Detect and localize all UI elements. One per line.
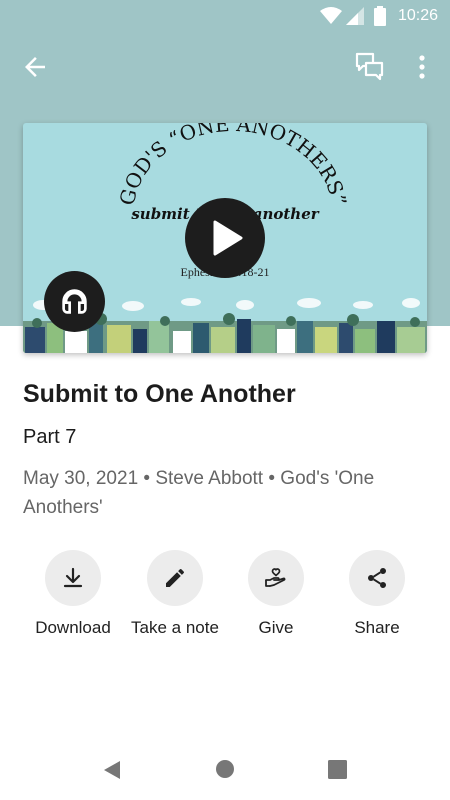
listen-audio-button[interactable] (44, 271, 105, 332)
download-circle[interactable] (45, 550, 101, 606)
battery-icon (374, 6, 386, 26)
take-note-circle[interactable] (147, 550, 203, 606)
give-button[interactable]: Give (226, 550, 326, 638)
share-label: Share (354, 618, 400, 637)
svg-text:GOD'S “ONE ANOTHERS”: GOD'S “ONE ANOTHERS” (115, 123, 352, 208)
share-button[interactable]: Share (327, 550, 427, 638)
notes-button[interactable] (354, 50, 386, 82)
take-note-label: Take a note (131, 618, 219, 637)
headphones-icon (62, 289, 87, 314)
play-video-button[interactable] (185, 198, 265, 278)
artwork-title-text: GOD'S “ONE ANOTHERS” (115, 123, 352, 208)
more-vert-icon (419, 55, 425, 79)
take-note-button[interactable]: Take a note (125, 550, 225, 638)
status-time: 10:26 (397, 7, 438, 24)
sermon-meta: May 30, 2021 • Steve Abbott • God's 'One… (23, 468, 375, 518)
system-nav-bar (0, 740, 450, 800)
share-icon (368, 568, 386, 588)
chat-bubbles-icon (355, 52, 384, 81)
give-label: Give (258, 618, 294, 637)
status-bar: 10:26 (0, 0, 450, 32)
nav-home-icon[interactable] (215, 759, 235, 779)
app-bar (0, 40, 450, 92)
sermon-part: Part 7 (23, 426, 77, 448)
arrow-back-icon (25, 57, 45, 77)
wifi-icon (320, 7, 342, 24)
download-button[interactable]: Download (23, 550, 123, 638)
cell-signal-icon (346, 7, 364, 25)
nav-back-icon[interactable] (101, 759, 123, 781)
share-circle[interactable] (349, 550, 405, 606)
more-options-button[interactable] (410, 52, 434, 82)
pencil-icon (166, 568, 185, 587)
download-label: Download (35, 618, 111, 637)
hand-heart-icon (265, 568, 286, 587)
back-button[interactable] (20, 52, 50, 82)
play-icon (213, 220, 243, 256)
nav-recents-icon[interactable] (328, 760, 347, 779)
sermon-title: Submit to One Another (23, 380, 296, 408)
give-circle[interactable] (248, 550, 304, 606)
download-icon (63, 567, 83, 588)
